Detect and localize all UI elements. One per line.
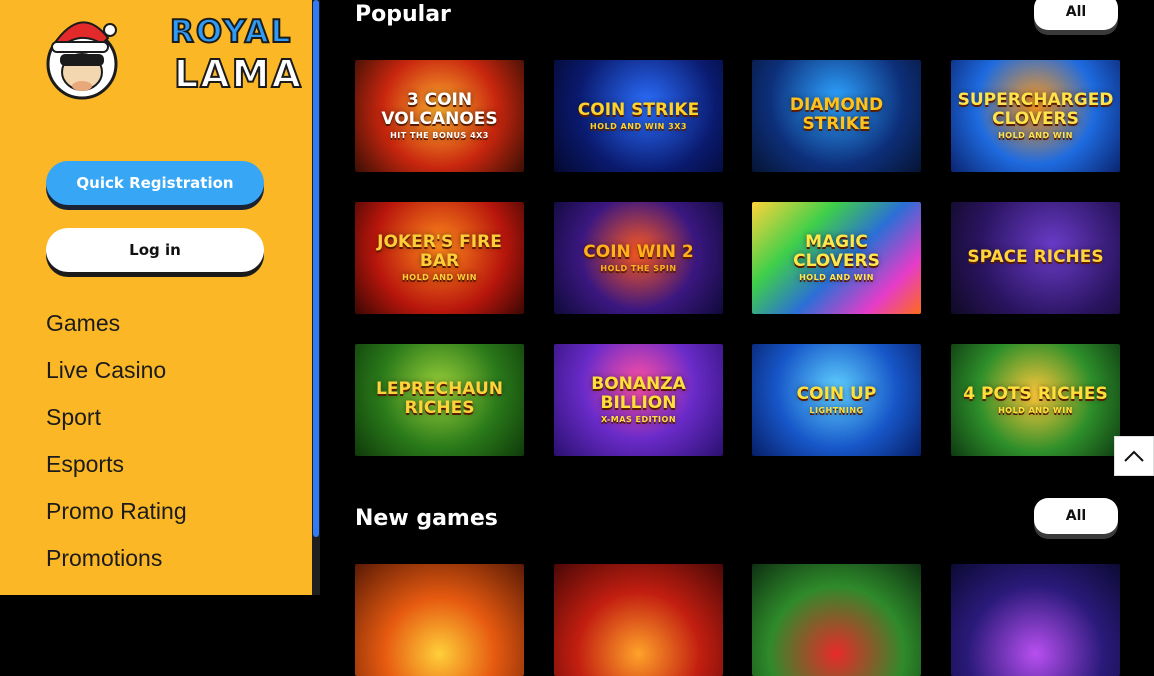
game-tile[interactable]: Joker's Fire Bar HOLD AND WIN (355, 202, 524, 314)
scroll-to-top-button[interactable] (1114, 436, 1154, 476)
royal-lama-logo[interactable]: ROYAL LAMA (44, 8, 302, 100)
game-title: Leprechaun Riches (376, 379, 503, 418)
game-tile[interactable]: Coin Win 2 HOLD THE SPIN (554, 202, 723, 314)
new-games-section-title: New games (355, 506, 498, 531)
game-title: Bonanza Billion X-mas Edition (591, 374, 686, 425)
sidebar-item-esports[interactable]: Esports (46, 446, 187, 493)
sidebar-item-promotions[interactable]: Promotions (46, 540, 187, 587)
game-tile[interactable]: Space Riches (951, 202, 1120, 314)
llama-mascot-icon (46, 21, 118, 100)
game-tile[interactable] (951, 564, 1120, 676)
logo-text-royal: ROYAL (169, 13, 293, 51)
game-title: Diamond Strike (789, 95, 884, 134)
game-title: Space Riches (967, 246, 1104, 267)
game-title: 4 Pots Riches HOLD AND WIN (963, 383, 1108, 415)
game-title: Coin Strike HOLD AND WIN 3x3 (577, 99, 700, 131)
game-tile[interactable]: Supercharged Clovers HOLD AND WIN (951, 60, 1120, 172)
sidebar-item-promo-rating[interactable]: Promo Rating (46, 493, 187, 540)
game-tile[interactable]: Magic Clovers HOLD AND WIN (752, 202, 921, 314)
game-title: Coin Win 2 HOLD THE SPIN (583, 241, 694, 273)
game-title: Supercharged Clovers HOLD AND WIN (957, 90, 1114, 141)
game-tile[interactable] (355, 564, 524, 676)
sidebar-item-games[interactable]: Games (46, 305, 187, 352)
game-title: 3 Coin Volcanoes HIT the BONUS 4x3 (381, 90, 498, 141)
sidebar-nav: Games Live Casino Sport Esports Promo Ra… (46, 305, 187, 587)
sidebar-item-sport[interactable]: Sport (46, 399, 187, 446)
game-tile[interactable]: Diamond Strike (752, 60, 921, 172)
game-tile[interactable]: 4 Pots Riches HOLD AND WIN (951, 344, 1120, 456)
sidebar: ROYAL LAMA Quick Registration Log in Gam… (0, 0, 312, 595)
quick-registration-button[interactable]: Quick Registration (46, 161, 264, 205)
scrollbar-thumb[interactable] (313, 0, 319, 537)
game-tile[interactable] (554, 564, 723, 676)
game-title: Joker's Fire Bar HOLD AND WIN (377, 232, 502, 283)
game-tile[interactable] (752, 564, 921, 676)
new-games-all-button[interactable]: All (1034, 498, 1118, 534)
sidebar-item-live-casino[interactable]: Live Casino (46, 352, 187, 399)
game-tile[interactable]: Coin Up LIGHTNING (752, 344, 921, 456)
sidebar-scrollbar[interactable] (312, 0, 320, 595)
popular-section-title: Popular (355, 2, 451, 27)
game-title: Magic Clovers HOLD AND WIN (793, 232, 880, 283)
popular-all-button[interactable]: All (1034, 0, 1118, 30)
game-tile[interactable]: 3 Coin Volcanoes HIT the BONUS 4x3 (355, 60, 524, 172)
login-button[interactable]: Log in (46, 228, 264, 272)
game-title: Coin Up LIGHTNING (796, 383, 877, 415)
logo-text-lama: LAMA (173, 51, 303, 97)
game-tile[interactable]: Coin Strike HOLD AND WIN 3x3 (554, 60, 723, 172)
game-tile[interactable]: Leprechaun Riches (355, 344, 524, 456)
chevron-up-icon (1124, 450, 1144, 462)
game-tile[interactable]: Bonanza Billion X-mas Edition (554, 344, 723, 456)
